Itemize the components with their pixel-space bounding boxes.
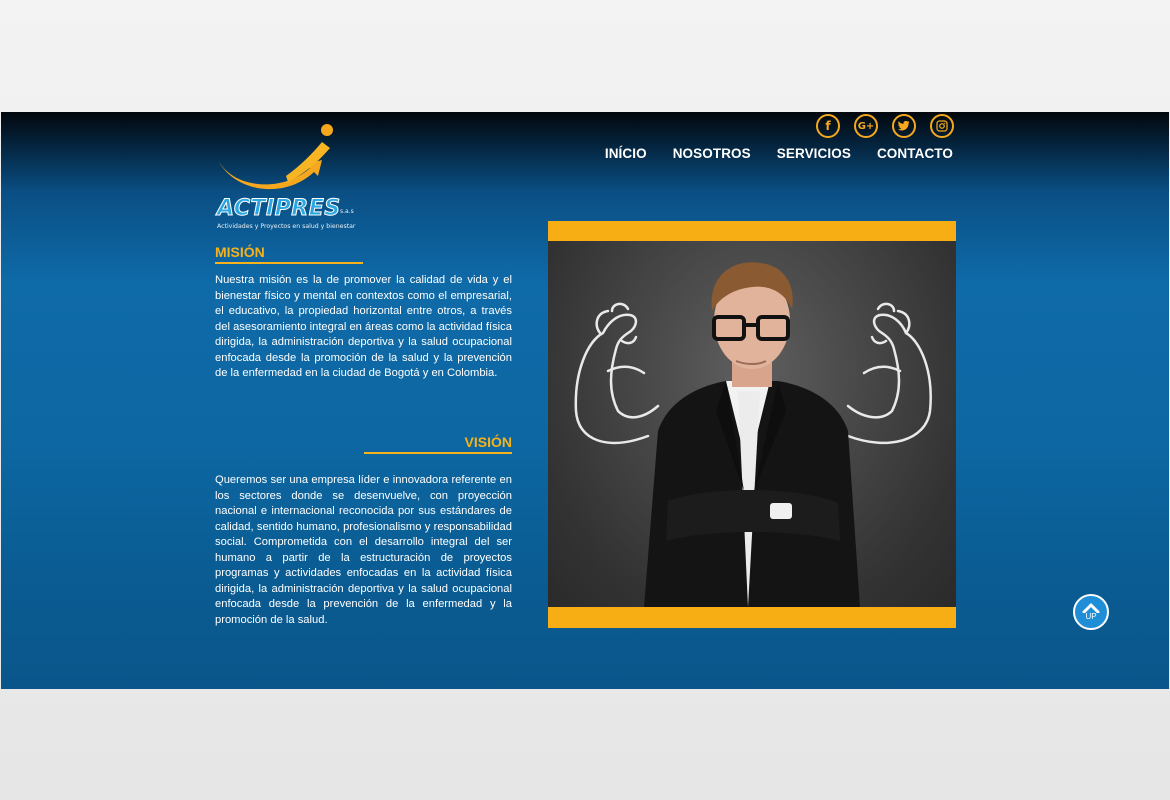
logo-wordmark: ACTIPRES — [217, 196, 341, 222]
vision-heading: VISIÓN — [364, 434, 512, 454]
vision-text: Queremos ser una empresa líder e innovad… — [215, 474, 512, 626]
scroll-up-label: UP — [1085, 612, 1097, 621]
mision-heading: MISIÓN — [215, 244, 363, 264]
social-links: f G+ — [816, 114, 954, 138]
google-plus-glyph: G+ — [857, 120, 875, 132]
hero-photo-frame — [548, 221, 956, 628]
main-nav: INÍCIO NOSOTROS SERVICIOS CONTACTO — [605, 146, 953, 161]
actipres-logo[interactable]: ACTIPRES s.a.s Actividades y Proyectos e… — [214, 120, 374, 230]
google-plus-icon[interactable]: G+ — [854, 114, 878, 138]
nav-item-contacto[interactable]: CONTACTO — [877, 146, 953, 161]
twitter-icon[interactable] — [892, 114, 916, 138]
mision-text: Nuestra misión es la de promover la cali… — [215, 274, 512, 379]
scroll-up-button[interactable]: UP — [1073, 594, 1109, 630]
nav-item-servicios[interactable]: SERVICIOS — [777, 146, 851, 161]
nav-item-inicio[interactable]: INÍCIO — [605, 146, 647, 161]
nav-item-nosotros[interactable]: NOSOTROS — [673, 146, 751, 161]
instagram-icon[interactable] — [930, 114, 954, 138]
website-frame: f G+ INÍCIO NOSOTROS SERVICIOS CONTACTO … — [1, 112, 1169, 689]
logo-suffix: s.a.s — [340, 208, 354, 215]
hero-photo — [548, 241, 956, 607]
facebook-icon[interactable]: f — [816, 114, 840, 138]
facebook-glyph: f — [825, 119, 831, 133]
logo-tagline: Actividades y Proyectos en salud y biene… — [217, 223, 356, 230]
businessman-illustration — [574, 262, 932, 607]
logo-arrow-icon — [218, 124, 333, 190]
